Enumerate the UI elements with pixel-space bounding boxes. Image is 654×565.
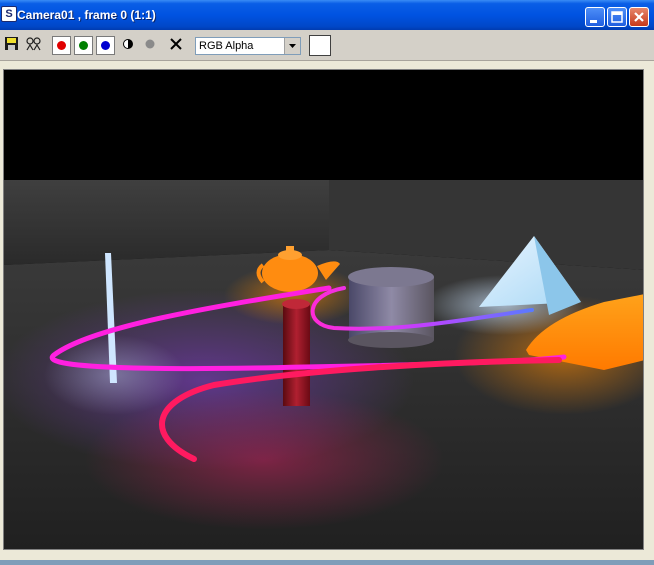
monochrome-button[interactable] [120,36,138,54]
clone-icon [26,37,41,51]
title-bar[interactable]: S Camera01 , frame 0 (1:1) [0,0,654,30]
channel-select[interactable]: RGB Alpha [195,37,301,55]
clone-window-button[interactable] [25,36,43,54]
close-button[interactable] [629,7,649,27]
maximize-icon [611,11,623,23]
close-icon [634,12,644,22]
clear-button[interactable] [168,36,186,54]
window-title: Camera01 , frame 0 (1:1) [17,8,156,22]
dropdown-arrow[interactable] [284,38,300,54]
channel-select-value: RGB Alpha [199,40,254,52]
red-channel-button[interactable] [52,36,71,55]
app-icon[interactable]: S [1,6,17,22]
rendered-image [4,70,643,549]
minimize-button[interactable] [585,7,605,27]
red-channel-icon [57,41,66,50]
render-viewport[interactable] [3,69,644,550]
save-icon [5,37,18,50]
monochrome-icon [123,39,133,49]
green-channel-button[interactable] [74,36,93,55]
clear-icon [170,38,182,50]
background-color-swatch[interactable] [309,35,331,56]
blue-channel-icon [101,41,110,50]
alpha-channel-button[interactable] [142,36,160,54]
green-channel-icon [79,41,88,50]
maximize-button[interactable] [607,7,627,27]
blue-channel-button[interactable] [96,36,115,55]
minimize-icon [590,20,597,23]
save-button[interactable] [4,36,22,54]
chevron-down-icon [289,44,296,48]
alpha-icon [145,39,155,49]
bottom-edge [0,560,654,565]
